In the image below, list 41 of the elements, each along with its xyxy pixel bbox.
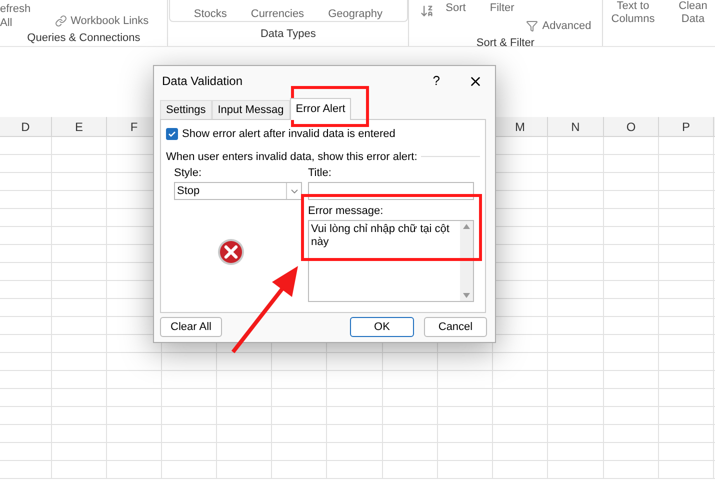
cancel-button[interactable]: Cancel [424, 317, 487, 337]
tab[interactable]: Settings [160, 100, 212, 119]
group-label: Queries & Connections [27, 31, 140, 46]
column-header[interactable]: D [21, 118, 30, 136]
ribbon-label[interactable]: efresh [0, 2, 31, 16]
column-header[interactable]: O [626, 118, 636, 136]
ribbon-label[interactable]: Sort [446, 0, 466, 16]
clear-all-button[interactable]: Clear All [160, 317, 222, 337]
help-button[interactable]: ? [432, 71, 440, 91]
error-icon [217, 238, 245, 266]
check-icon [168, 130, 176, 138]
tab[interactable]: Input Messag [212, 100, 290, 119]
title-label: Title: [308, 167, 332, 180]
ribbon-label[interactable]: Text to Columns [611, 0, 655, 26]
column-header[interactable]: N [571, 118, 580, 136]
column-header[interactable]: E [74, 118, 83, 136]
checkbox[interactable] [166, 128, 178, 140]
ribbon-label[interactable]: Geography [328, 8, 382, 20]
ribbon-label[interactable]: Stocks [194, 8, 227, 20]
dialog-title: Data Validation [162, 73, 242, 90]
column-header[interactable]: F [130, 118, 138, 136]
ribbon-label[interactable]: Filter [490, 0, 514, 16]
style-dropdown[interactable]: Stop [174, 182, 302, 200]
sort-icon[interactable] [420, 4, 434, 18]
group-caption: When user enters invalid data, show this error alert: [166, 150, 418, 164]
ribbon-label[interactable]: All [0, 16, 31, 30]
ribbon-label[interactable]: Currencies [250, 8, 304, 20]
ribbon-label[interactable]: Advanced [542, 18, 592, 34]
link-icon [54, 15, 67, 27]
checkbox-label[interactable]: Show error alert after invalid data is entered [182, 126, 396, 142]
tab[interactable]: Error Alert [290, 98, 352, 120]
column-header[interactable]: P [682, 118, 690, 136]
column-header[interactable]: M [515, 118, 525, 136]
ok-button[interactable]: OK [350, 317, 414, 337]
filter-icon[interactable] [526, 20, 538, 32]
group-label: Sort & Filter [476, 36, 534, 50]
ribbon-label[interactable]: Workbook Links [70, 12, 149, 30]
group-label: Data Types [260, 26, 316, 42]
ribbon-label[interactable]: Clean Data [671, 0, 715, 26]
error-message-label: Error message: [308, 205, 384, 218]
style-label: Style: [174, 167, 203, 180]
